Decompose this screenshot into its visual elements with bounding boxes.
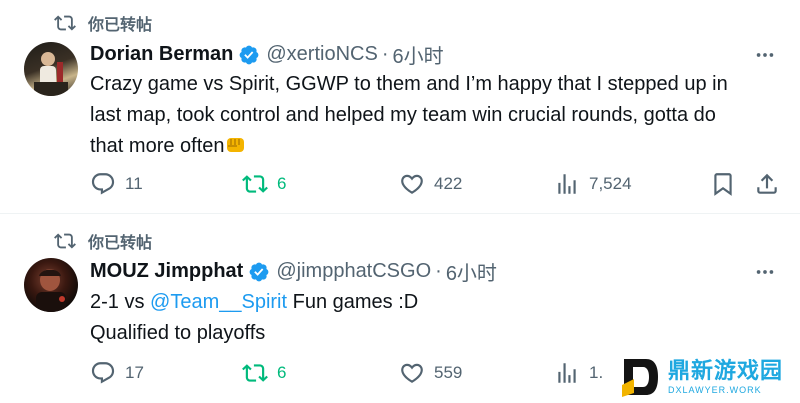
retweet-context: 你已转帖 — [54, 11, 152, 35]
site-watermark: 鼎新游戏园 DXLAWYER.WORK — [612, 350, 800, 403]
avatar[interactable] — [24, 258, 78, 312]
tweet-header: MOUZ Jimpphat @jimpphatCSGO · 6小时 — [90, 257, 497, 286]
tweet-text-line: 2-1 vs @Team__Spirit Fun games :D — [90, 291, 419, 313]
author-handle[interactable]: @xertioNCS — [266, 43, 377, 66]
retweet-label: 你已转帖 — [88, 17, 153, 34]
like-count: 422 — [434, 174, 463, 193]
like-button[interactable]: 559 — [399, 360, 462, 386]
timestamp[interactable]: 6小时 — [446, 257, 497, 286]
analytics-icon — [558, 363, 576, 383]
tweet-actions: 11 6 422 7,524 — [90, 171, 780, 201]
reply-button[interactable]: 17 — [90, 360, 144, 386]
mention-link[interactable]: @Team__Spirit — [150, 291, 287, 313]
tweet-text: Crazy game vs Spirit, GGWP to them and I… — [90, 69, 780, 162]
author-name[interactable]: Dorian Berman — [90, 43, 233, 66]
watermark-domain: DXLAWYER.WORK — [668, 384, 762, 395]
author-name[interactable]: MOUZ Jimpphat — [90, 260, 243, 283]
watermark-logo-icon — [618, 354, 662, 399]
tweet-header: Dorian Berman @xertioNCS · 6小时 — [90, 40, 444, 69]
reply-button[interactable]: 11 — [90, 171, 143, 197]
tweet-text: 2-1 vs @Team__Spirit Fun games :D Qualif… — [90, 287, 780, 349]
repost-count: 6 — [277, 174, 287, 193]
timestamp[interactable]: 6小时 — [392, 40, 443, 69]
like-button[interactable]: 422 — [399, 171, 462, 197]
bookmark-icon — [714, 173, 732, 196]
separator-dot: · — [381, 43, 389, 65]
repost-icon — [54, 15, 76, 31]
separator-dot: · — [435, 260, 442, 282]
heart-icon — [401, 363, 423, 383]
verified-badge-icon — [239, 45, 259, 64]
tweet-text-line: Crazy game vs Spirit, GGWP to them and I… — [90, 73, 728, 95]
reply-count: 11 — [125, 174, 143, 193]
more-options-icon[interactable] — [754, 44, 776, 66]
like-count: 559 — [434, 363, 463, 382]
heart-icon — [401, 174, 423, 194]
reply-count: 17 — [125, 363, 144, 382]
oncoming-fist-icon — [226, 138, 244, 152]
repost-count: 6 — [277, 363, 287, 382]
avatar-image — [36, 269, 66, 312]
reply-icon — [91, 362, 115, 384]
avatar[interactable] — [24, 42, 78, 96]
views-button[interactable]: 1. — [554, 360, 603, 386]
verified-badge-icon — [249, 262, 269, 281]
share-button[interactable] — [754, 171, 780, 197]
retweet-label: 你已转帖 — [88, 235, 153, 252]
repost-icon — [242, 175, 268, 193]
repost-button[interactable]: 6 — [242, 360, 286, 386]
repost-icon — [54, 233, 76, 249]
views-count: 7,524 — [589, 174, 632, 193]
retweet-context: 你已转帖 — [54, 229, 152, 253]
tweet-card[interactable]: 你已转帖 Dorian Berman @xertioNCS · 6小时 Craz… — [0, 0, 800, 214]
tweet-text-line: Qualified to playoffs — [90, 322, 266, 344]
analytics-icon — [558, 174, 576, 194]
tweet-text-line: that more often — [90, 131, 780, 162]
reply-icon — [91, 173, 115, 195]
avatar-image — [34, 52, 68, 96]
bookmark-button[interactable] — [710, 171, 736, 197]
watermark-name: 鼎新游戏园 — [668, 357, 784, 383]
more-options-icon[interactable] — [754, 261, 776, 283]
views-button[interactable]: 7,524 — [554, 171, 632, 197]
views-count: 1. — [589, 363, 604, 382]
share-icon — [757, 173, 777, 194]
repost-icon — [242, 364, 268, 382]
author-handle[interactable]: @jimpphatCSGO — [276, 260, 431, 283]
tweet-text-line: last map, took control and helped my tea… — [90, 104, 716, 126]
repost-button[interactable]: 6 — [242, 171, 286, 197]
